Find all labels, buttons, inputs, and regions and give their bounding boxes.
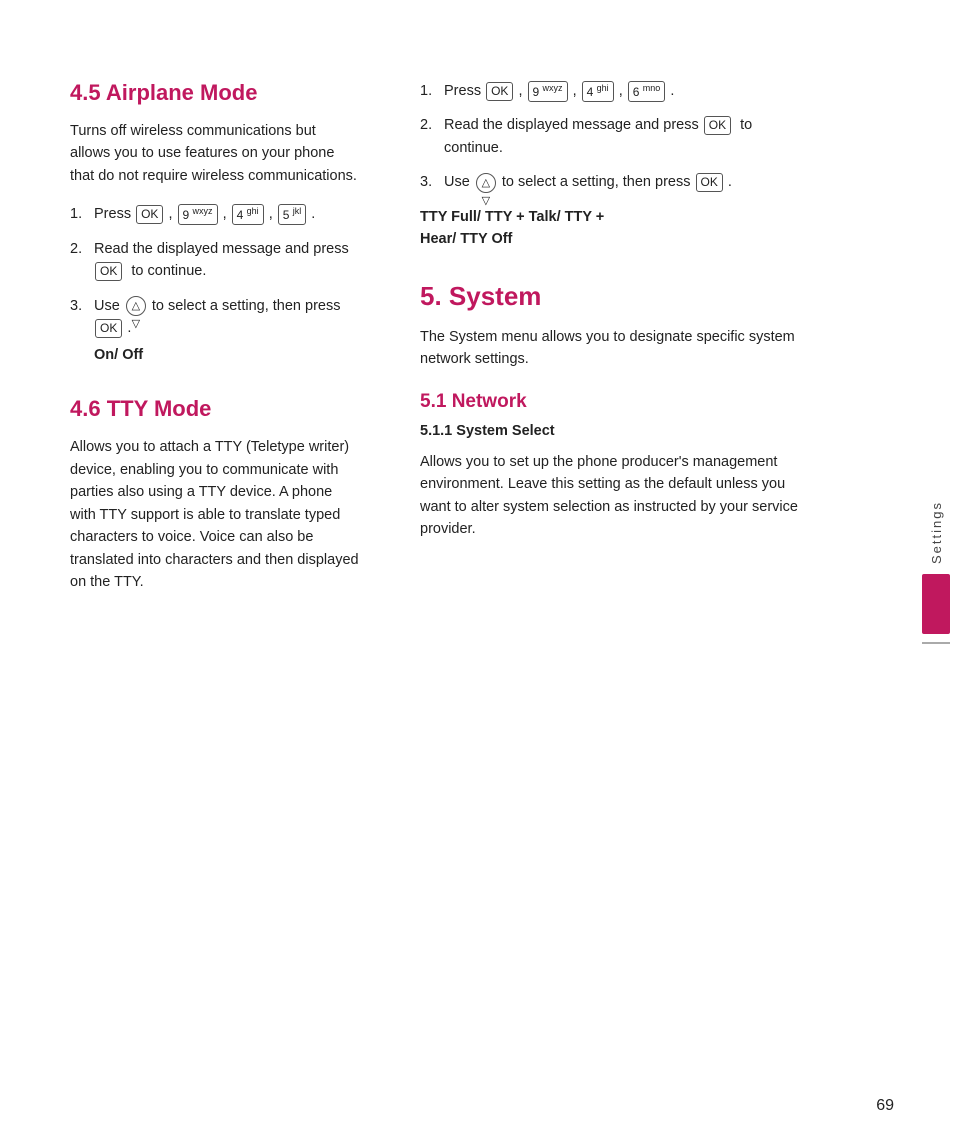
key-9wxyz-1: 9 wxyz [178,204,218,225]
key-4ghi-1: 4 ghi [232,204,264,225]
section-511-body: Allows you to set up the phone producer'… [420,451,800,541]
step1-num: 1. [70,203,90,225]
section-46-step1: 1. Press OK , 9 wxyz , 4 ghi , 6 mno . [420,80,800,102]
section-46-step3: 3. Use △▽ to select a setting, then pres… [420,171,800,193]
key-9wxyz-r1: 9 wxyz [528,81,568,102]
right-column: 1. Press OK , 9 wxyz , 4 ghi , 6 mno . 2… [390,80,830,1085]
section-5-title: 5. System [420,281,800,312]
key-6mno: 6 mno [628,81,666,102]
r-step1-num: 1. [420,80,440,102]
page: 4.5 Airplane Mode Turns off wireless com… [0,0,954,1145]
nav-icon-1: △▽ [126,296,146,316]
step2-num: 2. [70,238,90,260]
section-511-title: 5.1.1 System Select [420,423,800,439]
page-number: 69 [876,1097,894,1115]
r-step3-content: Use △▽ to select a setting, then press O… [444,171,800,193]
left-column: 4.5 Airplane Mode Turns off wireless com… [0,80,390,1085]
section-46: 4.6 TTY Mode Allows you to attach a TTY … [70,396,360,593]
sidebar: Settings [918,0,954,1145]
section-46-step2: 2. Read the displayed message and press … [420,114,800,159]
r-step2-content: Read the displayed message and press OK … [444,114,800,159]
key-ok-r1: OK [486,82,513,101]
key-ok-1: OK [136,205,163,224]
key-ok-3: OK [95,319,122,338]
section-45-step3: 3. Use △▽ to select a setting, then pres… [70,295,360,366]
key-ok-2: OK [95,262,122,281]
r-step2-num: 2. [420,114,440,136]
section-46-title: 4.6 TTY Mode [70,396,360,422]
r-step3-num: 3. [420,171,440,193]
section-45-step2: 2. Read the displayed message and press … [70,238,360,283]
section-5-body: The System menu allows you to designate … [420,326,800,371]
step1-content: Press OK , 9 wxyz , 4 ghi , 5 jkl . [94,203,360,225]
section-45-title: 4.5 Airplane Mode [70,80,360,106]
sidebar-divider [922,642,950,644]
section-45-step1: 1. Press OK , 9 wxyz , 4 ghi , 5 jkl . [70,203,360,225]
key-ok-r2: OK [704,116,731,135]
section-5: 5. System The System menu allows you to … [420,281,800,371]
key-4ghi-r1: 4 ghi [582,81,614,102]
r-step1-content: Press OK , 9 wxyz , 4 ghi , 6 mno . [444,80,800,102]
nav-icon-2: △▽ [476,173,496,193]
tty-modes: TTY Full/ TTY + Talk/ TTY +Hear/ TTY Off [420,206,800,251]
step3-content: Use △▽ to select a setting, then press O… [94,295,360,366]
section-51: 5.1 Network 5.1.1 System Select Allows y… [420,391,800,541]
key-5jkl: 5 jkl [278,204,307,225]
on-off-label: On/ Off [94,344,360,366]
sidebar-label: Settings [929,501,944,564]
step2-content: Read the displayed message and press OK … [94,238,360,283]
key-ok-r3: OK [696,173,723,192]
section-45-body: Turns off wireless communications but al… [70,120,360,187]
sidebar-bar [922,574,950,634]
step3-num: 3. [70,295,90,317]
section-51-title: 5.1 Network [420,391,800,413]
section-46-body: Allows you to attach a TTY (Teletype wri… [70,436,360,593]
